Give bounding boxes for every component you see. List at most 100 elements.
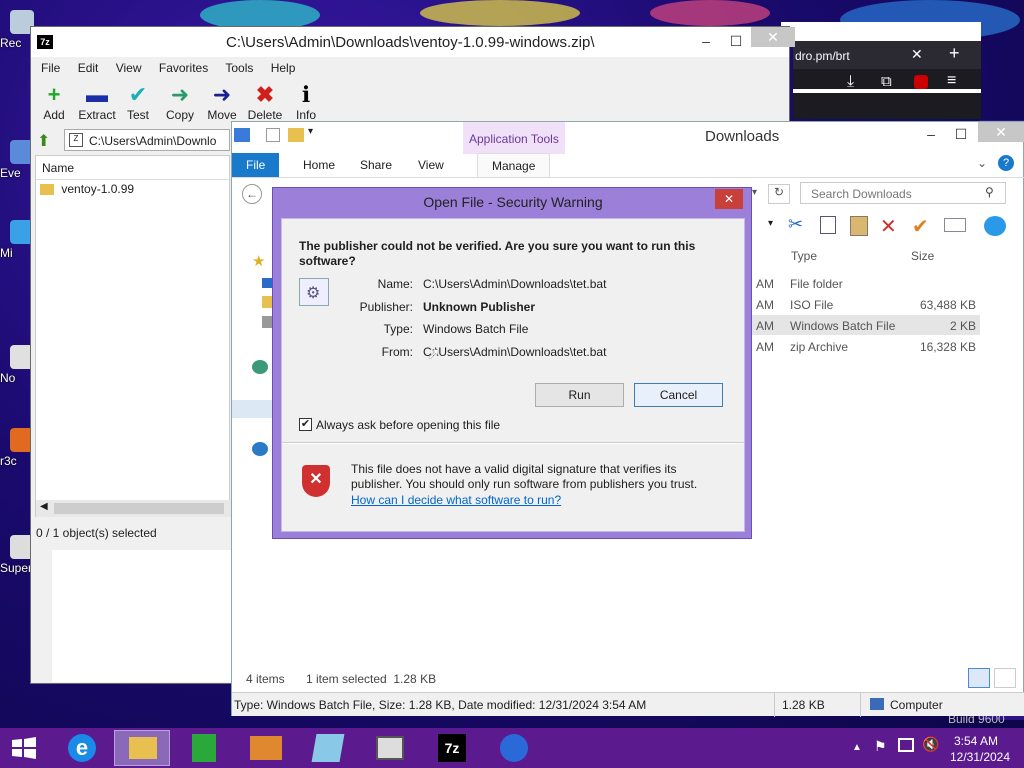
copy-icon[interactable] — [820, 216, 836, 234]
tab-home[interactable]: Home — [289, 153, 349, 177]
menu-favorites[interactable]: Favorites — [159, 61, 208, 75]
file-explorer-icon[interactable] — [114, 730, 170, 766]
homegroup-icon[interactable] — [252, 360, 268, 374]
sevenzip-file-list[interactable]: Name ventoy-1.0.99 ◀ — [35, 155, 231, 517]
column-header-type[interactable]: Type — [791, 249, 817, 263]
details-view-icon[interactable] — [968, 668, 990, 688]
refresh-icon[interactable]: ↻ — [768, 184, 790, 204]
minimize-icon[interactable]: – — [691, 31, 721, 51]
close-tab-icon[interactable]: ✕ — [911, 46, 923, 63]
menu-tools[interactable]: Tools — [225, 61, 253, 75]
menu-file[interactable]: File — [41, 61, 60, 75]
maximize-icon[interactable]: ☐ — [946, 124, 976, 144]
menu-edit[interactable]: Edit — [78, 61, 99, 75]
ribbon-expand-icon[interactable]: ⌄ — [977, 156, 987, 170]
nav-icon[interactable] — [262, 278, 272, 288]
tab-file[interactable]: File — [232, 153, 280, 177]
clock-date[interactable]: 12/31/2024 — [940, 750, 1020, 764]
table-row-selected[interactable]: AM Windows Batch File 2 KB — [752, 315, 980, 335]
column-header-name[interactable]: Name — [36, 156, 231, 180]
back-icon[interactable]: ← — [242, 184, 262, 204]
dropdown-icon[interactable]: ▾ — [768, 218, 773, 229]
show-hidden-icons[interactable]: ▲ — [852, 742, 862, 753]
warning-text: This file does not have a valid digital … — [351, 462, 698, 491]
run-button[interactable]: Run — [535, 383, 624, 407]
help-icon[interactable]: ? — [998, 155, 1014, 171]
column-header-size[interactable]: Size — [911, 249, 934, 263]
close-icon[interactable]: ✕ — [751, 27, 795, 47]
favorites-star-icon[interactable]: ★ — [252, 252, 265, 270]
sevenzip-title: C:\Users\Admin\Downloads\ventoy-1.0.99-w… — [226, 34, 595, 51]
move-button[interactable]: ➜ Move — [200, 82, 244, 122]
close-icon[interactable]: ✕ — [978, 122, 1024, 142]
test-button[interactable]: ✔ Test — [116, 82, 160, 122]
globe-icon[interactable] — [984, 216, 1006, 236]
sevenzip-taskbar-icon[interactable]: 7z — [424, 730, 480, 766]
this-pc-icon[interactable] — [232, 400, 272, 418]
tab-share[interactable]: Share — [346, 153, 406, 177]
add-button[interactable]: + Add — [32, 82, 76, 122]
delete-button[interactable]: ✖ Delete — [243, 82, 287, 122]
paste-icon[interactable] — [850, 216, 868, 236]
tab-view[interactable]: View — [404, 153, 458, 177]
list-item[interactable]: ventoy-1.0.99 — [40, 182, 134, 196]
always-ask-checkbox[interactable]: ✔ — [299, 418, 312, 431]
always-ask-label[interactable]: Always ask before opening this file — [316, 418, 500, 432]
table-row[interactable]: AM zip Archive 16,328 KB — [752, 336, 980, 356]
search-input[interactable]: Search Downloads ⚲ — [800, 182, 1006, 204]
maximize-icon[interactable]: ☐ — [721, 31, 751, 51]
tab-manage[interactable]: Manage — [477, 153, 551, 177]
select-icon[interactable] — [944, 218, 966, 232]
properties-icon[interactable] — [266, 128, 280, 142]
new-folder-icon[interactable] — [288, 128, 304, 142]
volume-muted-icon[interactable]: 🔇 — [922, 736, 939, 753]
menu-view[interactable]: View — [116, 61, 142, 75]
cancel-button[interactable]: Cancel — [634, 383, 723, 407]
internet-explorer-icon[interactable]: e — [54, 730, 110, 766]
action-center-flag-icon[interactable]: ⚑ — [874, 738, 887, 755]
network-icon[interactable] — [898, 738, 914, 752]
scroll-left-icon[interactable]: ◀ — [40, 501, 48, 512]
browser-tab-url[interactable]: dro.pm/brt — [795, 49, 850, 63]
rename-check-icon[interactable]: ✔ — [912, 214, 929, 239]
ublock-icon[interactable] — [914, 75, 928, 89]
tiles-view-icon[interactable] — [994, 668, 1016, 688]
minimize-icon[interactable]: – — [916, 124, 946, 144]
info-button[interactable]: ℹ Info — [284, 82, 328, 122]
clock-time[interactable]: 3:54 AM — [940, 734, 1012, 748]
extensions-icon[interactable]: ⧉ — [881, 73, 892, 90]
horizontal-scrollbar[interactable]: ◀ — [36, 500, 231, 517]
minus-icon: ▬ — [86, 82, 108, 107]
browser-window[interactable]: dro.pm/brt ✕ + ⤓ ⧉ ≡ — [793, 41, 981, 119]
sevenzip-path-field[interactable]: Z C:\Users\Admin\Downlo — [64, 129, 230, 151]
nav-folder-icon[interactable] — [262, 296, 272, 308]
explorer-title: Downloads — [705, 128, 780, 145]
notes-icon[interactable] — [300, 730, 356, 766]
delete-icon[interactable]: ✕ — [880, 214, 897, 239]
table-row[interactable]: AM File folder — [752, 273, 980, 293]
menu-help[interactable]: Help — [271, 61, 296, 75]
extract-button[interactable]: ▬ Extract — [75, 82, 119, 122]
table-row[interactable]: AM ISO File 63,488 KB — [752, 294, 980, 314]
plus-icon: + — [47, 82, 61, 107]
menu-icon[interactable]: ≡ — [947, 72, 956, 90]
package-icon[interactable] — [238, 730, 294, 766]
window-app-icon[interactable] — [362, 730, 418, 766]
context-tab-header: Application Tools — [463, 122, 565, 154]
dialog-close-icon[interactable]: ✕ — [715, 189, 743, 209]
copy-button[interactable]: ➜ Copy — [158, 82, 202, 122]
cut-icon[interactable]: ✂ — [788, 214, 803, 235]
sevenzip-titlebar: 7z C:\Users\Admin\Downloads\ventoy-1.0.9… — [31, 27, 795, 57]
store-icon[interactable] — [176, 730, 232, 766]
chevron-down-icon[interactable]: ▾ — [308, 126, 313, 137]
nav-item-icon[interactable] — [262, 316, 272, 328]
scrollbar-thumb[interactable] — [54, 503, 224, 514]
security-warning-dialog[interactable]: Open File - Security Warning ✕ The publi… — [272, 187, 752, 539]
help-link[interactable]: How can I decide what software to run? — [351, 493, 561, 507]
new-tab-icon[interactable]: + — [949, 43, 960, 64]
start-button[interactable] — [10, 736, 38, 760]
browser-taskbar-icon[interactable] — [486, 730, 542, 766]
network-icon[interactable] — [252, 442, 268, 456]
blank-panel — [52, 550, 232, 682]
up-folder-icon[interactable]: ⬆ — [37, 131, 55, 150]
